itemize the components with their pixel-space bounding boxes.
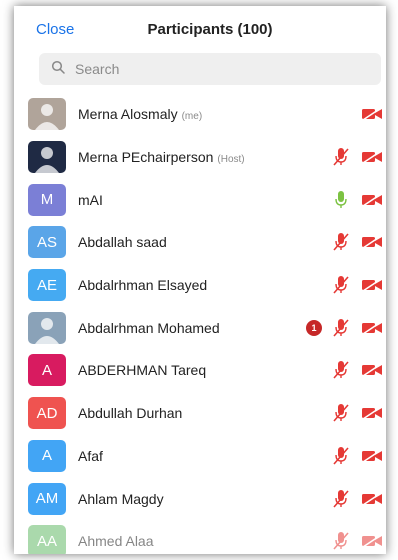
avatar: A <box>28 354 66 387</box>
participant-name-text: ABDERHMAN Tareq <box>78 362 207 379</box>
video-off-icon[interactable] <box>360 278 384 292</box>
participant-name-text: Afaf <box>78 447 103 464</box>
participant-name: Abdalrhman Elsayed <box>78 277 207 293</box>
participant-name: Merna PEchairperson (Host) <box>78 149 245 165</box>
microphone-muted-icon[interactable] <box>330 446 352 466</box>
avatar: A <box>28 439 66 472</box>
video-off-icon[interactable] <box>360 534 384 548</box>
video-off-icon[interactable] <box>360 193 384 207</box>
participant-name: Abdullah Durhan <box>78 405 182 421</box>
participant-status-icons <box>360 107 384 122</box>
participant-name-text: Merna PEchairperson <box>78 149 214 166</box>
participant-status-icons <box>330 190 384 210</box>
participant-row[interactable]: AE Abdalrhman Elsayed <box>14 264 386 307</box>
participant-name-text: Abdullah Durhan <box>78 405 183 422</box>
avatar: M <box>28 183 66 216</box>
avatar: AD <box>28 397 66 430</box>
participant-list: Merna Alosmaly (me) Merna PEchairperson (Ho… <box>14 93 386 554</box>
avatar: AA <box>28 525 66 554</box>
microphone-muted-icon[interactable] <box>330 531 352 551</box>
participant-name: Ahlam Magdy <box>78 491 164 507</box>
participant-row[interactable]: AS Abdallah saad <box>14 221 386 264</box>
avatar <box>28 311 66 344</box>
participant-status-icons <box>330 489 384 509</box>
microphone-muted-icon[interactable] <box>330 318 352 338</box>
participant-name: Afaf <box>78 448 103 464</box>
video-off-icon[interactable] <box>360 235 384 250</box>
participant-row[interactable]: AA Ahmed Alaa <box>14 520 386 554</box>
participant-name: Abdalrhman Mohamed <box>78 320 220 336</box>
participant-row[interactable]: Merna PEchairperson (Host) <box>14 136 386 179</box>
unread-badge[interactable]: 1 <box>306 319 322 336</box>
avatar <box>28 98 66 131</box>
participant-status-icons <box>330 403 384 423</box>
avatar: AS <box>28 226 66 259</box>
participant-name-text: Ahmed Alaa <box>78 533 154 550</box>
video-off-icon[interactable] <box>360 107 384 122</box>
microphone-icon[interactable] <box>330 190 352 210</box>
page-title: Participants (100) <box>147 21 273 38</box>
participant-row[interactable]: A ABDERHMAN Tareq <box>14 349 386 392</box>
video-off-icon[interactable] <box>360 363 384 378</box>
video-off-icon[interactable] <box>360 491 384 506</box>
participant-role-tag: (me) <box>181 111 203 123</box>
video-off-icon[interactable] <box>360 449 384 463</box>
participant-name: mAI <box>78 192 103 208</box>
participant-name-text: mAI <box>78 191 103 208</box>
participant-row[interactable]: AM Ahlam Magdy <box>14 477 386 520</box>
video-off-icon[interactable] <box>360 321 384 335</box>
participant-row[interactable]: A Afaf <box>14 435 386 478</box>
participant-name: ABDERHMAN Tareq <box>78 362 206 378</box>
participant-name: Ahmed Alaa <box>78 533 154 549</box>
participant-row[interactable]: MmAI <box>14 178 386 221</box>
avatar: AM <box>28 482 66 515</box>
participant-status-icons: 1 <box>306 318 384 338</box>
microphone-muted-icon[interactable] <box>330 275 352 295</box>
header: Close Participants (100) <box>14 6 386 54</box>
participant-row[interactable]: Merna Alosmaly (me) <box>14 93 386 136</box>
participant-role-tag: (Host) <box>217 154 245 166</box>
participant-status-icons <box>330 232 384 252</box>
participant-status-icons <box>330 147 384 167</box>
participant-status-icons <box>330 360 384 380</box>
participant-status-icons <box>330 446 384 466</box>
participant-name-text: Abdalrhman Mohamed <box>78 319 220 336</box>
search-input[interactable] <box>73 60 357 78</box>
microphone-muted-icon[interactable] <box>330 147 352 167</box>
participants-panel: Close Participants (100) Merna Alosmaly(… <box>14 6 386 554</box>
video-off-icon[interactable] <box>360 406 384 420</box>
search-bar[interactable] <box>39 53 381 85</box>
participant-name: Merna Alosmaly (me) <box>78 106 202 122</box>
participant-name-text: Abdallah saad <box>78 234 167 251</box>
avatar <box>28 141 66 174</box>
participant-name-text: Abdalrhman Elsayed <box>78 277 208 294</box>
video-off-icon[interactable] <box>360 150 384 164</box>
participant-name: Abdallah saad <box>78 234 167 250</box>
participant-row[interactable]: Abdalrhman Mohamed 1 <box>14 306 386 349</box>
microphone-muted-icon[interactable] <box>330 232 352 252</box>
participant-status-icons <box>330 275 384 295</box>
avatar: AE <box>28 269 66 302</box>
microphone-muted-icon[interactable] <box>330 489 352 509</box>
participant-name-text: Merna Alosmaly <box>78 106 178 123</box>
search-icon <box>39 60 65 79</box>
participant-status-icons <box>330 531 384 551</box>
participant-name-text: Ahlam Magdy <box>78 490 164 507</box>
participant-row[interactable]: AD Abdullah Durhan <box>14 392 386 435</box>
microphone-muted-icon[interactable] <box>330 403 352 423</box>
microphone-muted-icon[interactable] <box>330 360 352 380</box>
